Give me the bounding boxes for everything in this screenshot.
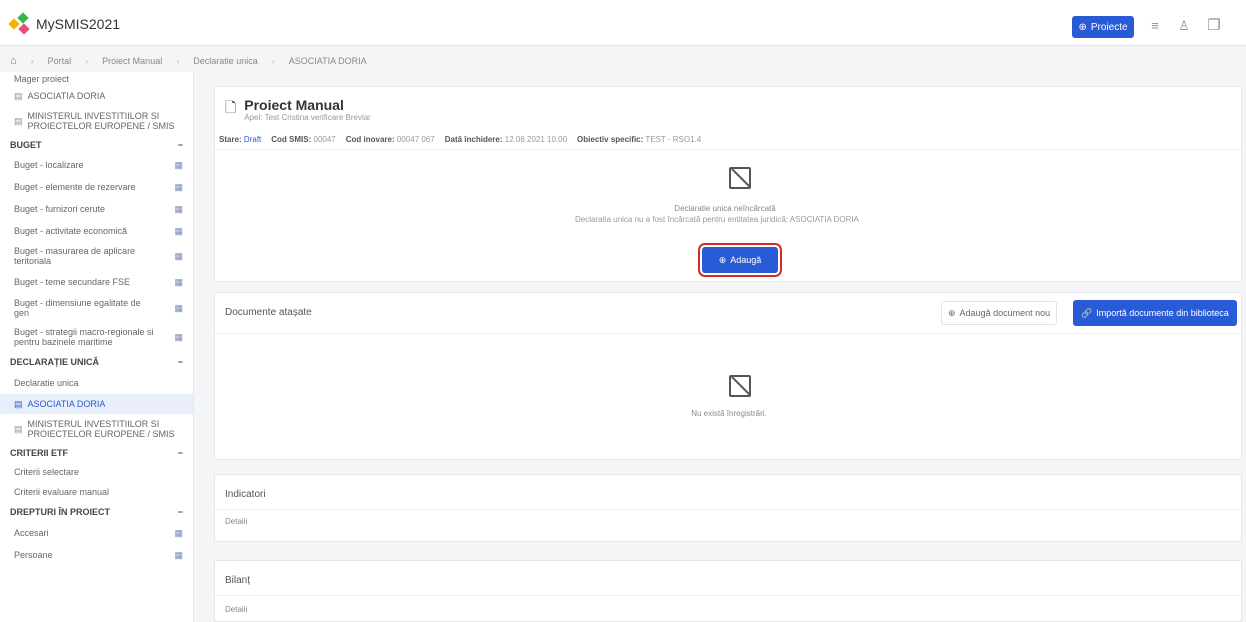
add-document-button[interactable]: ⊕ Adaugă document nou (941, 301, 1058, 325)
sidebar-item[interactable]: Accesari ▦ (0, 522, 193, 544)
logo-icon (8, 12, 30, 35)
grid-icon: ▦ (174, 331, 183, 342)
declaration-description: Declaratia unica nu a fost încărcată pen… (575, 215, 859, 224)
sidebar-section-buget[interactable]: BUGET − (0, 136, 193, 154)
main-content: 🗋 Proiect Manual Apel: Test Cristina ver… (210, 86, 1246, 622)
grid-icon: ▦ (174, 549, 183, 560)
sidebar-item[interactable]: Buget - localizare ▦ (0, 154, 193, 176)
sidebar-item[interactable]: Criterii evaluare manual (0, 482, 193, 502)
collapse-icon: − (177, 357, 183, 367)
import-library-button[interactable]: 🔗 Importă documente din biblioteca (1073, 300, 1237, 326)
proiecte-button[interactable]: ⊕ Proiecte (1072, 16, 1134, 38)
menu-icon[interactable]: ≡ (1147, 18, 1163, 34)
sidebar-section-drepturi[interactable]: DREPTURI ÎN PROIECT − (0, 502, 193, 522)
chat-icon[interactable]: ❐ (1206, 18, 1222, 34)
sidebar-item-asociatia[interactable]: ▤ ASOCIATIA DORIA (0, 86, 193, 106)
grid-icon: ▦ (174, 302, 183, 313)
sidebar-section-declaratie[interactable]: DECLARAȚIE UNICĂ − (0, 352, 193, 372)
sidebar-item[interactable]: Criterii selectare (0, 462, 193, 482)
file-icon: 🗋 (225, 99, 237, 115)
project-card: 🗋 Proiect Manual Apel: Test Cristina ver… (214, 86, 1243, 282)
link-icon: 🔗 (1081, 307, 1093, 318)
indicators-card: Indicatori Detalii (214, 474, 1243, 542)
grid-icon: ▦ (174, 159, 183, 170)
sidebar-item[interactable]: Buget - elemente de rezervare ▦ (0, 176, 193, 198)
documents-empty-text: Nu există înregistrări. (691, 409, 767, 418)
documents-card: Documente atașate ⊕ Adaugă document nou … (214, 292, 1243, 460)
adauga-button[interactable]: ⊕ Adaugă (702, 247, 778, 273)
user-icon[interactable]: ♙ (1176, 18, 1192, 34)
home-icon[interactable]: ⌂ (10, 55, 17, 67)
documents-title: Documente atașate (225, 307, 312, 318)
plus-circle-icon: ⊕ (718, 254, 727, 265)
collapse-icon: − (177, 140, 183, 150)
grid-icon: ▦ (174, 181, 183, 192)
breadcrumb: ⌂ › Portal › Proiect Manual › Declaratie… (10, 55, 367, 67)
other-card: Bilanț Detalii (214, 560, 1243, 622)
indicators-row[interactable]: Detalii (225, 517, 247, 526)
app-title: MySMIS2021 (36, 16, 121, 32)
no-image-icon (729, 167, 751, 189)
plus-circle-icon: ⊕ (948, 307, 956, 318)
project-subtitle: Apel: Test Cristina verificare Breviar (244, 113, 371, 122)
plus-circle-icon: ⊕ (1078, 21, 1087, 33)
sidebar-item[interactable]: Buget - strategii macro-regionale si pen… (0, 322, 193, 352)
sidebar-item[interactable]: Buget - masurarea de aplicare teritorial… (0, 242, 193, 270)
sidebar-item-asociatia-active[interactable]: ▤ ASOCIATIA DORIA (0, 394, 193, 414)
sidebar-item[interactable]: Buget - activitate economică ▦ (0, 220, 193, 242)
collapse-icon: − (177, 507, 183, 517)
sidebar-item[interactable]: Buget - teme secundare FSE ▦ (0, 270, 193, 294)
document-icon: ▤ (14, 398, 23, 409)
sidebar-item[interactable]: Declaratie unica (0, 372, 193, 394)
document-icon: ▤ (14, 90, 23, 101)
document-icon: ▤ (14, 423, 23, 434)
breadcrumb-item[interactable]: Proiect Manual (102, 56, 162, 66)
grid-icon: ▦ (174, 276, 183, 287)
project-title: Proiect Manual (244, 97, 344, 113)
breadcrumb-item: ASOCIATIA DORIA (288, 56, 367, 66)
sidebar-item[interactable]: Persoane ▦ (0, 544, 193, 566)
top-bar: MySMIS2021 ⊕ Proiecte ≡ ♙ ❐ (0, 0, 1246, 46)
declaration-title: Declaratie unica neîncărcată (674, 204, 776, 213)
other-title: Bilanț (225, 575, 251, 586)
other-row[interactable]: Detalii (225, 605, 247, 614)
sidebar-section-criterii[interactable]: CRITERII ETF − (0, 444, 193, 462)
sidebar-item[interactable]: Buget - furnizori cerute ▦ (0, 198, 193, 220)
app-logo[interactable]: MySMIS2021 (8, 12, 121, 35)
sidebar: Mager proiect ▤ ASOCIATIA DORIA ▤ MINISTER… (0, 72, 194, 622)
sidebar-item[interactable]: Mager proiect (0, 72, 193, 86)
no-image-icon (729, 375, 751, 397)
sidebar-item[interactable]: Buget - dimensiune egalitate de gen ▦ (0, 294, 193, 322)
grid-icon: ▦ (174, 250, 183, 261)
project-meta: Stare: Draft Cod SMIS: 00047 Cod inovare… (219, 135, 702, 144)
sidebar-item[interactable]: ▤ MINISTERUL INVESTITIILOR SI PROIECTELOR… (0, 414, 193, 444)
collapse-icon: − (177, 448, 183, 458)
indicators-title: Indicatori (225, 489, 266, 500)
grid-icon: ▦ (174, 527, 183, 538)
grid-icon: ▦ (174, 203, 183, 214)
breadcrumb-item[interactable]: Declaratie unica (193, 56, 258, 66)
sidebar-item-minister[interactable]: ▤ MINISTERUL INVESTITIILOR SI PROIECTELOR… (0, 106, 193, 136)
status-badge: Draft (243, 135, 262, 144)
breadcrumb-item[interactable]: Portal (48, 56, 72, 66)
grid-icon: ▦ (174, 225, 183, 236)
document-icon: ▤ (14, 115, 23, 126)
